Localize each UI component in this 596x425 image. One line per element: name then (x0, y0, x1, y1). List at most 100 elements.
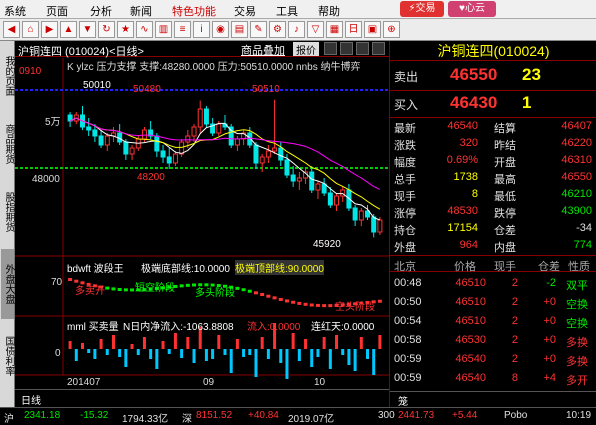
stat-label: 涨跌 (394, 140, 416, 152)
window-icon[interactable]: ▣ (364, 21, 381, 38)
volume-bar (74, 349, 78, 361)
menu-news[interactable]: 新闻 (130, 3, 152, 19)
stat-label: 内盘 (494, 242, 516, 254)
trade-button[interactable]: ⚡交易 (400, 1, 444, 17)
wave-mark (253, 291, 258, 295)
menu-features[interactable]: 特色功能 (172, 3, 216, 19)
toggle-icon[interactable] (356, 42, 369, 55)
filter-icon[interactable]: ▽ (307, 21, 324, 38)
side-tabs: 我的页面 商品期货 股指期货 外盘大盘 国债利率 (0, 41, 15, 407)
stat-label: 总手 (394, 174, 416, 186)
wave-mark (260, 293, 265, 297)
kline-chart[interactable] (15, 58, 389, 389)
menu-help[interactable]: 帮助 (318, 3, 340, 19)
side-tab-external[interactable]: 外盘大盘 (1, 249, 14, 319)
side-tab-commodity[interactable]: 商品期货 (1, 113, 14, 175)
camera-icon[interactable]: ◉ (212, 21, 229, 38)
up-icon[interactable]: ▲ (60, 21, 77, 38)
volume-bar (167, 349, 171, 354)
volume-bar (204, 349, 208, 361)
low-label: 45920 (313, 239, 341, 250)
calendar-icon[interactable]: 日 (345, 21, 362, 38)
gear-icon[interactable]: ⚙ (269, 21, 286, 38)
volume-bar (211, 349, 215, 359)
wave-mark (235, 286, 240, 290)
star-icon[interactable]: ★ (117, 21, 134, 38)
ask-row[interactable]: 卖出 46550 23 (390, 63, 596, 87)
stat-value: 320 (459, 137, 478, 149)
overlay-link[interactable]: 商品叠加 (241, 42, 285, 58)
line-chart-icon[interactable]: ∿ (136, 21, 153, 38)
forward-icon[interactable]: ▶ (41, 21, 58, 38)
zoom-icon[interactable]: ⊕ (383, 21, 400, 38)
report-button[interactable]: 报价 (293, 42, 319, 57)
volume-bar (105, 349, 109, 355)
high-label: 50480 (133, 84, 161, 95)
volume-bar (124, 349, 128, 367)
news-icon[interactable]: ▤ (231, 21, 248, 38)
bar-chart-icon[interactable]: ▥ (155, 21, 172, 38)
wave-mark (377, 299, 382, 303)
tick-cell: 多换 (566, 356, 588, 368)
wave-mark (130, 288, 135, 292)
tick-cell: 46530 (455, 334, 486, 346)
bid-row[interactable]: 买入 46430 1 (390, 90, 596, 114)
contract-title: 沪铜连四(010024) (437, 43, 550, 59)
volume-bar (347, 349, 351, 365)
wave-mark (315, 303, 320, 307)
down-icon[interactable]: ▼ (79, 21, 96, 38)
volume-bar (229, 349, 233, 373)
side-tab-bonds[interactable]: 国债利率 (1, 325, 14, 387)
side-tab-index-futures[interactable]: 股指期货 (1, 181, 14, 243)
candle-body (327, 192, 333, 206)
volume-bar (291, 333, 295, 349)
wave-mark (241, 288, 246, 292)
toggle-icon[interactable] (372, 42, 385, 55)
tick-cell: 46540 (455, 353, 486, 365)
stats-table: 最新 46540 结算 46407 涨跌 320 昨结 46220 幅度 0.69% 开盘 46310… (390, 117, 596, 254)
pen-icon[interactable]: ✎ (250, 21, 267, 38)
menu-trade[interactable]: 交易 (234, 3, 256, 19)
volume-bar (248, 349, 252, 355)
x-label: 09 (203, 377, 215, 388)
volume-bar (328, 349, 332, 369)
chart-area[interactable]: K ylzc 压力支撑 支撑:48280.0000 压力:50510.0000 … (15, 58, 389, 389)
tick-row: 00:59 46540 2 +0 多换 (390, 351, 596, 368)
candle-body (197, 108, 203, 128)
menu-system[interactable]: 系统 (4, 3, 26, 19)
stat-value: 46540 (447, 120, 478, 132)
stat-label: 昨结 (494, 140, 516, 152)
menu-tools[interactable]: 工具 (276, 3, 298, 19)
tab-daily[interactable]: 日线 (21, 392, 41, 407)
toolbar: ◀ ⌂ ▶ ▲ ▼ ↻ ★ ∿ ▥ ≡ i ◉ ▤ ✎ ⚙ ♪ ▽ ▦ 日 ▣ … (0, 19, 596, 41)
grid-icon[interactable]: ▦ (326, 21, 343, 38)
wave-mark (179, 284, 184, 288)
tab-cage[interactable]: 笼 (398, 393, 408, 408)
cloud-button[interactable]: ♥心云 (448, 1, 496, 17)
side-tab-my-page[interactable]: 我的页面 (1, 45, 14, 107)
candle-body (290, 174, 296, 182)
sub2-value: 连红天:0.0000 (311, 322, 375, 333)
tick-cell: 00:59 (394, 372, 422, 384)
tick-cell: 2 (511, 315, 518, 327)
refresh-icon[interactable]: ↻ (98, 21, 115, 38)
volume-bar (192, 349, 196, 363)
tick-cell: 空换 (566, 318, 588, 330)
list-icon[interactable]: ≡ (174, 21, 191, 38)
volume-bar (242, 349, 246, 357)
candle-body (172, 153, 178, 164)
wave-mark (185, 283, 190, 287)
home-icon[interactable]: ⌂ (22, 21, 39, 38)
back-icon[interactable]: ◀ (3, 21, 20, 38)
tick-cell: 46510 (455, 315, 486, 327)
toggle-icon[interactable] (340, 42, 353, 55)
bell-icon[interactable]: ♪ (288, 21, 305, 38)
info-icon[interactable]: i (193, 21, 210, 38)
menu-analysis[interactable]: 分析 (90, 3, 112, 19)
volume-bar (316, 349, 320, 357)
toggle-icon[interactable] (324, 42, 337, 55)
menu-page[interactable]: 页面 (46, 3, 68, 19)
volume-bar (173, 333, 177, 349)
sub1-bottom: 极端底部线:10.0000 (141, 264, 230, 275)
volume-bar (223, 349, 227, 355)
